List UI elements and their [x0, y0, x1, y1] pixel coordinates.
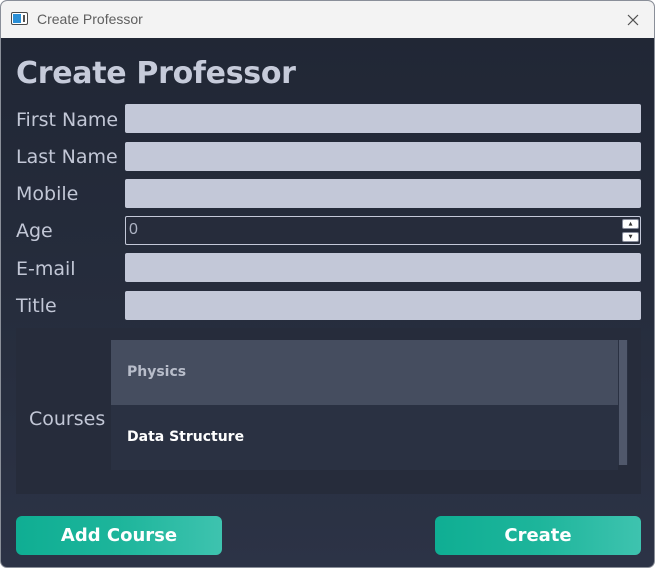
email-label: E-mail [16, 258, 76, 280]
title-label: Title [16, 295, 57, 317]
courses-label: Courses [29, 408, 106, 430]
mobile-input[interactable] [125, 179, 641, 208]
page-title: Create Professor [16, 56, 296, 91]
age-value[interactable]: 0 [129, 221, 138, 239]
course-item-data-structure[interactable]: Data Structure [111, 405, 618, 470]
last-name-label: Last Name [16, 146, 118, 168]
app-window-icon [11, 12, 28, 25]
courses-scrollbar-thumb[interactable] [619, 340, 627, 465]
first-name-input[interactable] [125, 104, 641, 133]
first-name-label: First Name [16, 109, 119, 131]
close-icon[interactable] [623, 10, 643, 30]
caret-up-icon[interactable]: ▲ [622, 219, 639, 229]
courses-scrollbar[interactable] [618, 340, 628, 465]
window-title: Create Professor [37, 11, 143, 27]
title-bar[interactable]: Create Professor [1, 1, 654, 38]
age-label: Age [16, 220, 53, 242]
age-spinbox[interactable]: 0 ▲ ▼ [125, 216, 641, 245]
create-professor-window: Create Professor Create Professor First … [0, 0, 655, 568]
courses-list[interactable]: Physics Data Structure [111, 340, 628, 470]
create-button[interactable]: Create [435, 516, 641, 555]
add-course-button[interactable]: Add Course [16, 516, 222, 555]
course-item-physics[interactable]: Physics [111, 340, 618, 405]
mobile-label: Mobile [16, 183, 79, 205]
last-name-input[interactable] [125, 142, 641, 171]
title-input[interactable] [125, 291, 641, 320]
caret-down-icon[interactable]: ▼ [622, 232, 639, 242]
email-input[interactable] [125, 253, 641, 282]
